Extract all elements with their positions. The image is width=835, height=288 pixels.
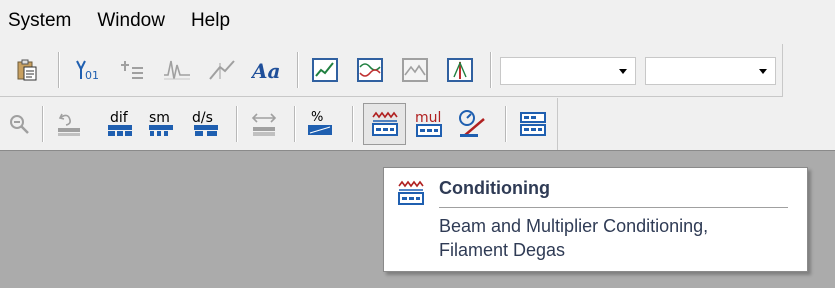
conditioning-icon [371,111,398,136]
menu-window[interactable]: Window [85,0,179,42]
panel-icon [520,112,546,136]
peak-jump-button[interactable]: 01 [70,52,104,88]
multiplier-button[interactable]: mul [412,106,446,142]
secondary-toolbar: dif sm d/s % mul [0,98,558,150]
multiplier-icon: mul [415,110,442,137]
settings-panel-button[interactable] [516,106,550,142]
bar-meter-button[interactable] [443,52,477,88]
difference-icon: dif [108,110,132,136]
trend-chart-button[interactable] [308,52,342,88]
menu-help[interactable]: Help [179,0,244,42]
divide-sum-icon: d/s [192,110,218,136]
swap-button[interactable] [247,106,281,142]
menu-bar: System Window Help [0,0,835,42]
peak-jump-icon: 01 [76,60,99,82]
tooltip-title: Conditioning [439,178,550,198]
spectrum-button[interactable] [160,52,194,88]
bar-list-icon [121,61,143,79]
svg-text:01: 01 [85,69,99,82]
chevron-down-icon [759,69,767,74]
tooltip: Conditioning Beam and Multiplier Conditi… [383,167,808,272]
profile-chart-icon [357,58,383,82]
percent-icon: % [308,110,332,135]
bar-meter-icon [447,58,473,82]
percent-button[interactable]: % [303,106,337,142]
svg-text:Aa: Aa [251,59,280,83]
image-chart-icon [402,58,428,82]
menu-system[interactable]: System [0,0,85,42]
trend-chart-icon [312,58,338,82]
undo-icon [58,113,80,136]
filament-degas-icon [459,110,485,137]
svg-text:d/s: d/s [192,110,213,126]
svg-text:sm: sm [149,110,170,126]
difference-button[interactable]: dif [103,106,137,142]
zoom-out-icon [10,115,29,134]
svg-text:%: % [311,110,323,125]
smooth-icon: sm [149,110,173,136]
angle-button[interactable] [205,52,239,88]
toolbar-area: 01 Aa dif sm d/s % mul [0,42,835,151]
conditioning-button[interactable] [363,103,406,145]
angle-icon [209,60,235,80]
undo-button[interactable] [52,106,86,142]
tooltip-description: Beam and Multiplier Conditioning, Filame… [439,216,709,260]
conditioning-icon [398,180,424,205]
zoom-out-button[interactable] [2,106,36,142]
profile-chart-button[interactable] [353,52,387,88]
tooltip-divider [439,207,788,208]
combo-box-1[interactable] [500,57,636,85]
svg-text:mul: mul [415,110,441,126]
bar-list-button[interactable] [115,52,149,88]
font-button[interactable]: Aa [250,52,284,88]
svg-text:dif: dif [110,110,129,126]
paste-button[interactable] [10,52,44,88]
swap-icon [251,113,277,136]
divide-sum-button[interactable]: d/s [189,106,223,142]
filament-degas-button[interactable] [455,106,489,142]
font-icon: Aa [251,59,280,83]
combo-box-2[interactable] [645,57,776,85]
paste-icon [17,59,37,81]
image-chart-button[interactable] [398,52,432,88]
smooth-button[interactable]: sm [144,106,178,142]
chevron-down-icon [619,69,627,74]
spectrum-icon [164,60,190,80]
main-toolbar: 01 Aa [0,44,783,97]
